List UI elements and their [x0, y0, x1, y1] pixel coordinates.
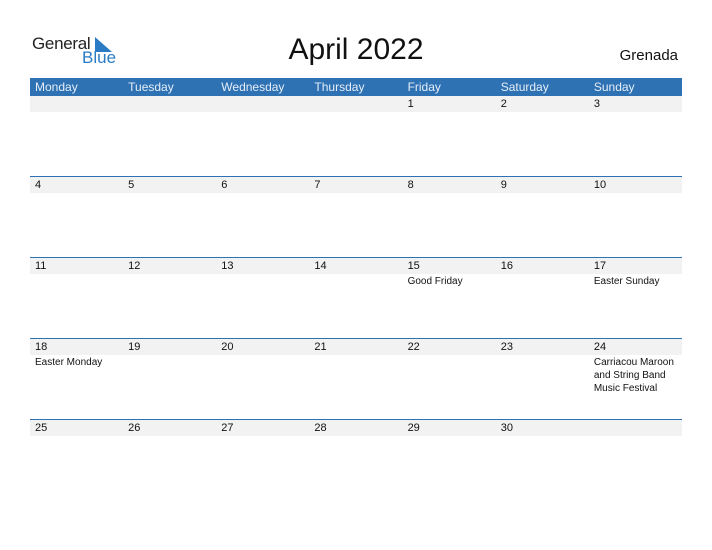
- day-cell: 21: [309, 339, 402, 419]
- day-cell: 18 Easter Monday: [30, 339, 123, 419]
- day-number: 4: [35, 179, 42, 191]
- day-cell: 20: [216, 339, 309, 419]
- weekday-saturday: Saturday: [500, 80, 549, 94]
- day-number: 15: [407, 260, 420, 272]
- day-number: 29: [407, 422, 420, 434]
- day-cell: 24 Carriacou Maroon and String Band Music…: [589, 339, 682, 419]
- week-row: 4 5 6 7 8 9 10: [30, 176, 682, 258]
- day-cell: [30, 96, 123, 176]
- day-cell: 9: [496, 177, 589, 257]
- day-number: 27: [221, 422, 234, 434]
- weekday-monday: Monday: [35, 80, 78, 94]
- day-cell: 2: [496, 96, 589, 176]
- day-number: 24: [593, 341, 607, 353]
- day-number: 9: [500, 179, 507, 191]
- page-title: April 2022: [288, 33, 424, 66]
- day-cell: 12: [123, 258, 216, 338]
- day-number: 25: [35, 422, 48, 434]
- day-number: 22: [407, 341, 420, 353]
- day-cell: 8: [403, 177, 496, 257]
- day-number: 10: [593, 179, 607, 191]
- day-number: 14: [314, 260, 327, 272]
- day-cell: 14: [309, 258, 402, 338]
- day-number: 16: [500, 260, 513, 272]
- day-cell: 28: [309, 420, 402, 500]
- day-cell: 30: [496, 420, 589, 500]
- day-number: 17: [593, 260, 607, 272]
- day-number: 3: [593, 98, 600, 110]
- weekday-friday: Friday: [407, 80, 441, 94]
- day-cell: 7: [309, 177, 402, 257]
- holiday-label: Easter Sunday: [593, 276, 660, 287]
- day-cell: 19: [123, 339, 216, 419]
- day-number: 12: [128, 260, 141, 272]
- day-cell: 11: [30, 258, 123, 338]
- weekday-header: Monday Tuesday Wednesday Thursday Friday Satu…: [30, 78, 682, 96]
- day-number: 28: [314, 422, 327, 434]
- day-cell: 1: [403, 96, 496, 176]
- day-number: 20: [221, 341, 234, 353]
- day-cell: [216, 96, 309, 176]
- day-number: 1: [407, 98, 414, 110]
- day-number: 13: [221, 260, 234, 272]
- day-cell: 13: [216, 258, 309, 338]
- day-number: 8: [407, 179, 414, 191]
- day-number: 19: [128, 341, 141, 353]
- day-cell: 5: [123, 177, 216, 257]
- day-number: 7: [314, 179, 321, 191]
- day-number: 30: [500, 422, 513, 434]
- holiday-label: Easter Monday: [35, 357, 103, 368]
- day-cell: 29: [403, 420, 496, 500]
- day-cell: 17 Easter Sunday: [589, 258, 682, 338]
- day-number: 21: [314, 341, 327, 353]
- day-cell: [589, 420, 682, 500]
- day-cell: 27: [216, 420, 309, 500]
- day-cell: 25: [30, 420, 123, 500]
- week-row: 25 26 27 28 29 30: [30, 419, 682, 501]
- day-cell: 4: [30, 177, 123, 257]
- day-number: 18: [35, 341, 48, 353]
- weekday-sunday: Sunday: [593, 80, 635, 94]
- day-number: 5: [128, 179, 135, 191]
- week-row: 1 2 3: [30, 96, 682, 177]
- day-cell: [123, 96, 216, 176]
- holiday-label: Carriacou Maroon and String Band Music F…: [593, 357, 674, 394]
- weekday-thursday: Thursday: [314, 80, 365, 94]
- day-number: 2: [500, 98, 507, 110]
- day-cell: 26: [123, 420, 216, 500]
- country-label: Grenada: [619, 47, 678, 64]
- week-row: 18 Easter Monday 19 20 21 22 23 24 Carriacou Mar…: [30, 338, 682, 420]
- day-cell: [309, 96, 402, 176]
- day-number: 6: [221, 179, 228, 191]
- week-row: 11 12 13 14 15 Good Friday 16 17 Easter Sunday: [30, 257, 682, 339]
- weekday-wednesday: Wednesday: [221, 80, 285, 94]
- holiday-label: Good Friday: [407, 276, 463, 287]
- day-cell: 16: [496, 258, 589, 338]
- day-cell: 10: [589, 177, 682, 257]
- day-cell: 15 Good Friday: [403, 258, 496, 338]
- weekday-tuesday: Tuesday: [128, 80, 174, 94]
- day-number: 26: [128, 422, 141, 434]
- day-number: 11: [35, 260, 47, 272]
- day-cell: 22: [403, 339, 496, 419]
- day-cell: 6: [216, 177, 309, 257]
- day-number: 23: [500, 341, 513, 353]
- day-cell: 23: [496, 339, 589, 419]
- day-cell: 3: [589, 96, 682, 176]
